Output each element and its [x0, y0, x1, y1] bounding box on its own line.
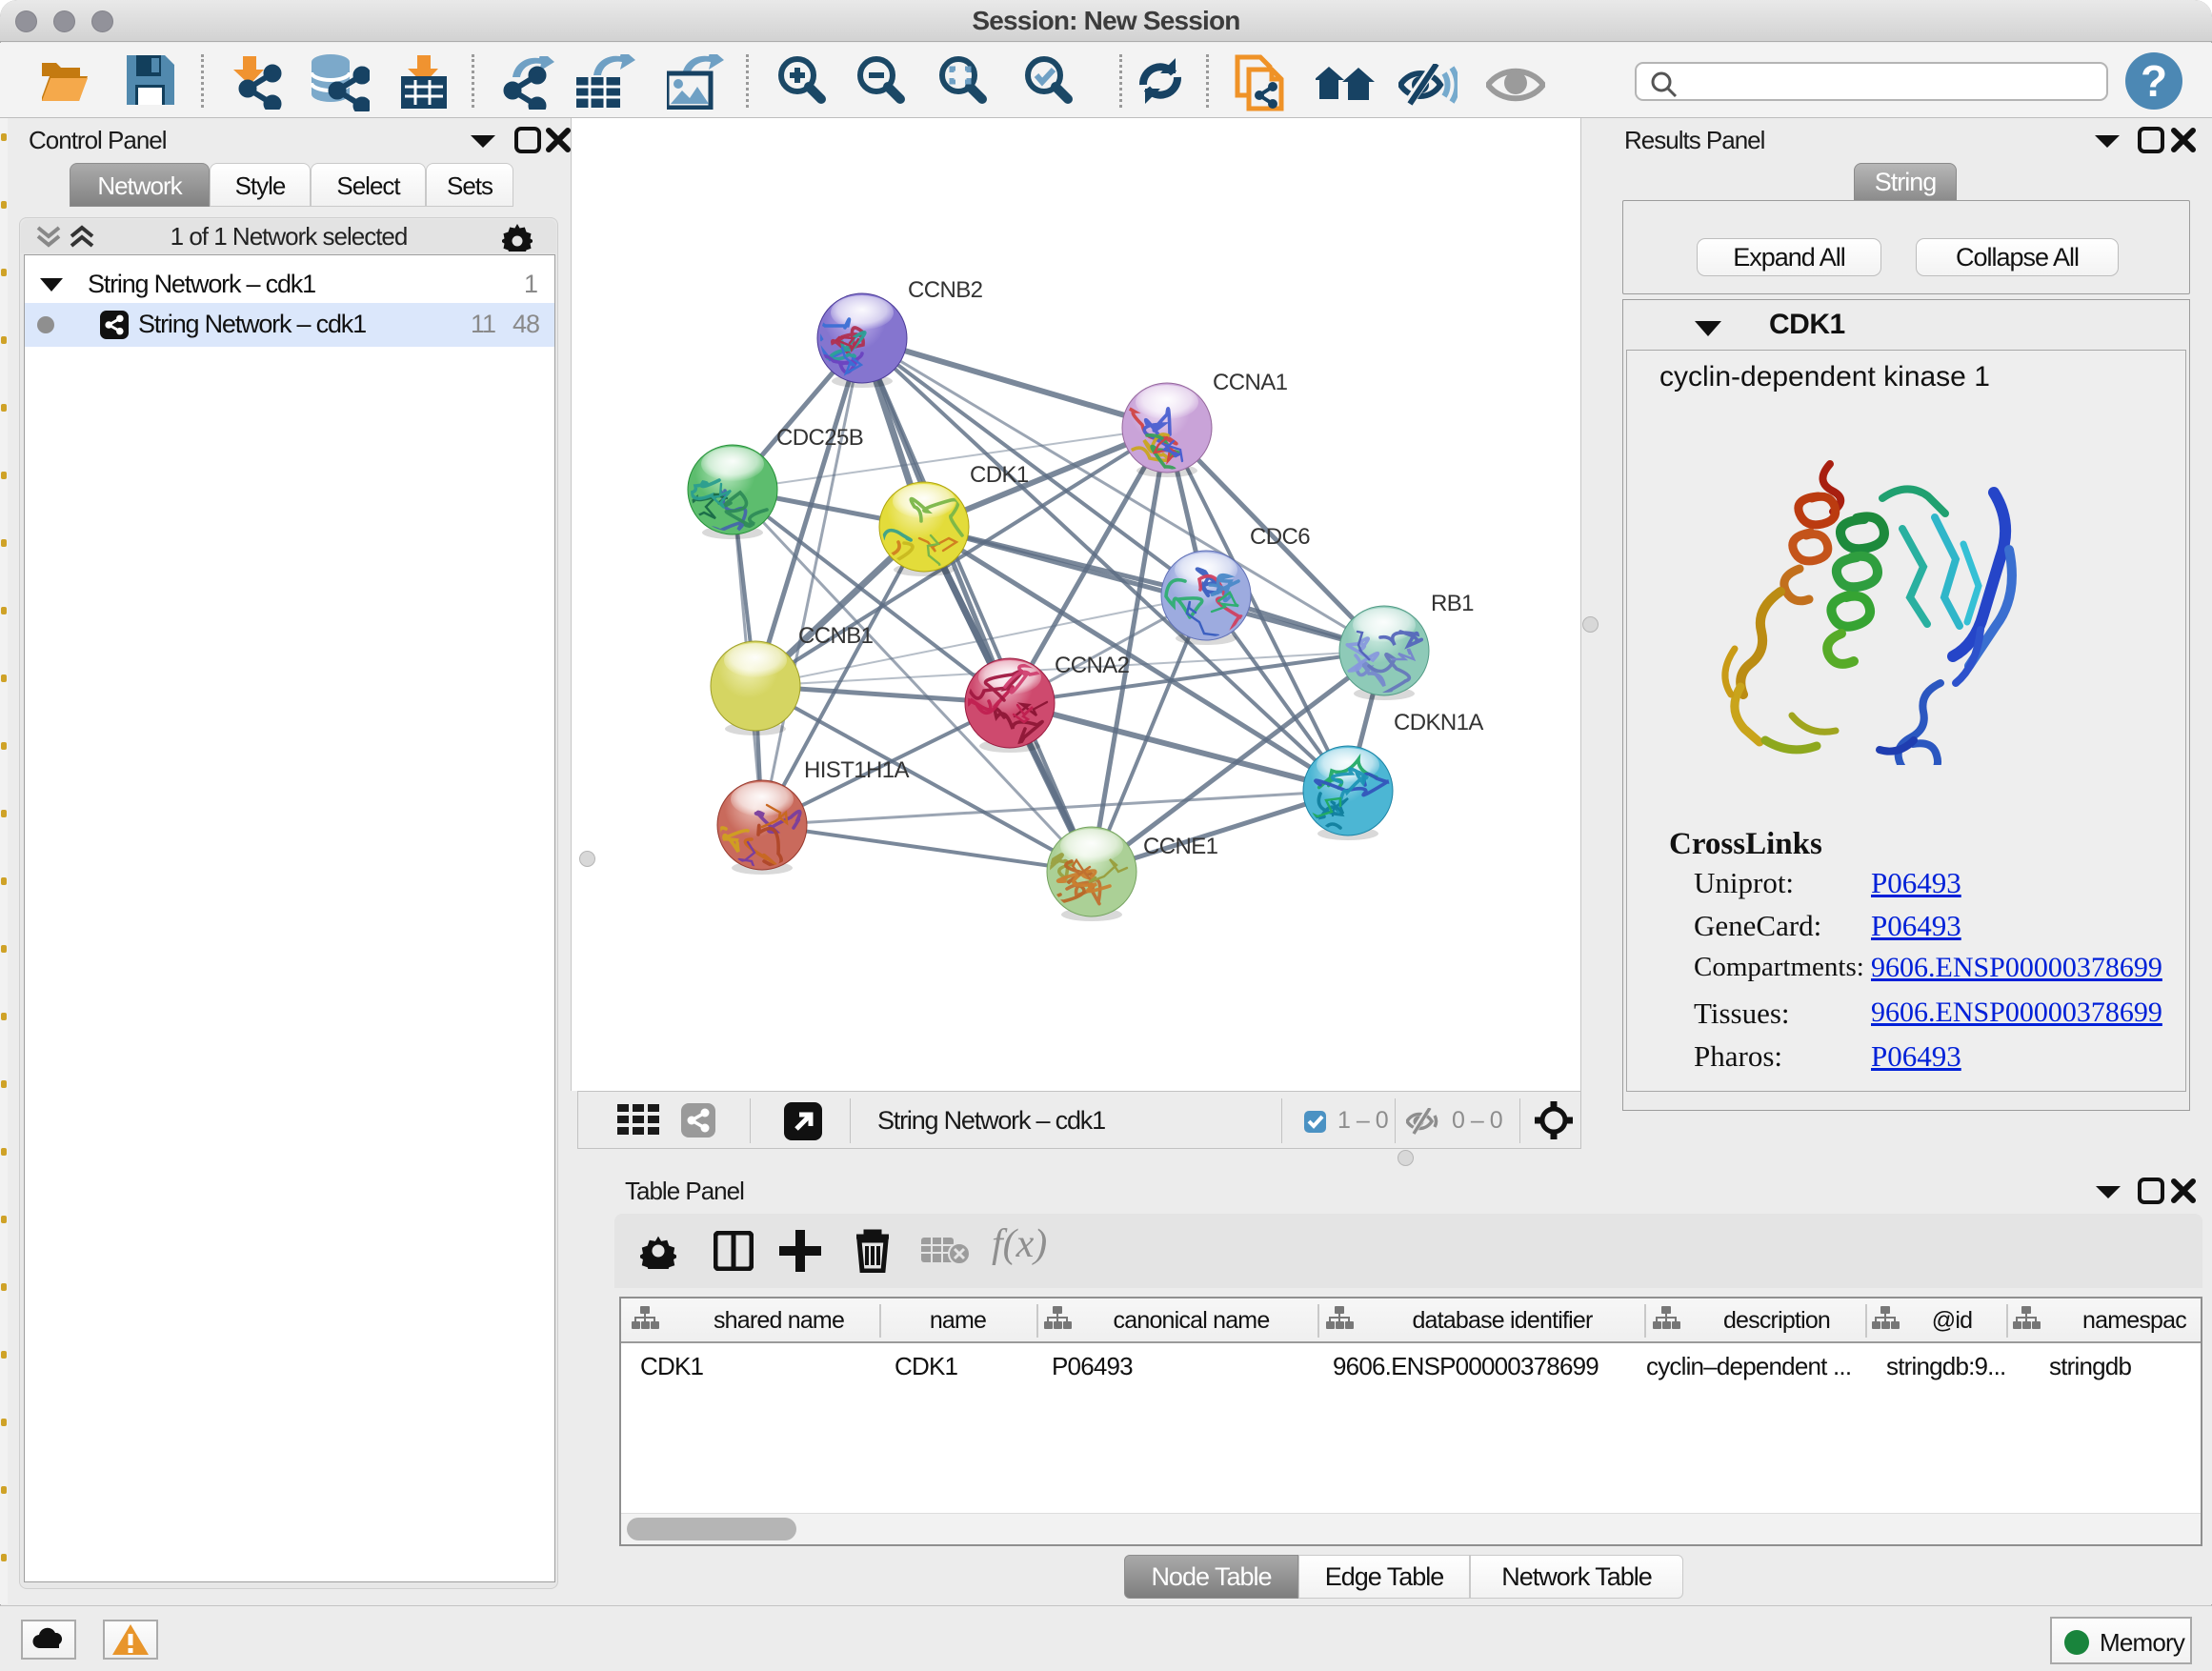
- svg-text:CDC6: CDC6: [1250, 524, 1310, 550]
- svg-text:CDK1: CDK1: [970, 462, 1029, 488]
- svg-text:?: ?: [2141, 56, 2167, 106]
- svg-text:CCNE1: CCNE1: [1143, 834, 1218, 859]
- svg-text:RB1: RB1: [1431, 591, 1474, 616]
- svg-text:CCNA1: CCNA1: [1213, 370, 1288, 395]
- svg-text:CDKN1A: CDKN1A: [1394, 710, 1483, 735]
- svg-text:CCNB2: CCNB2: [908, 277, 983, 303]
- svg-text:CCNA2: CCNA2: [1055, 653, 1130, 678]
- svg-text:HIST1H1A: HIST1H1A: [804, 757, 909, 783]
- svg-text:CCNB1: CCNB1: [798, 623, 874, 649]
- svg-text:CDC25B: CDC25B: [776, 425, 863, 451]
